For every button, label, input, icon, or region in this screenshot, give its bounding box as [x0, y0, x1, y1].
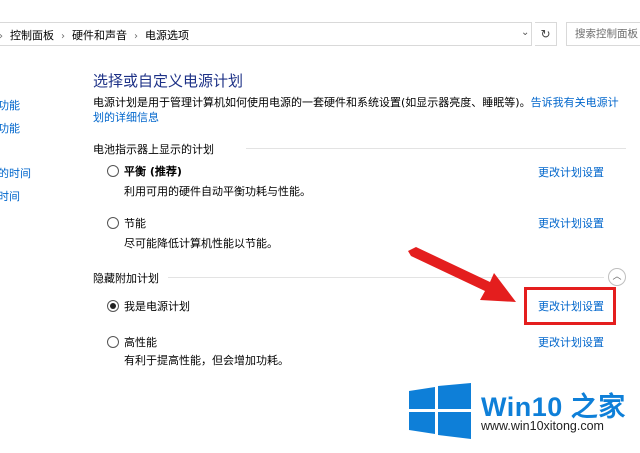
radio-custom-plan[interactable] — [107, 300, 119, 312]
plan-desc-balanced: 利用可用的硬件自动平衡功耗与性能。 — [124, 185, 311, 198]
left-nav: 功能 功能 的时间 时间 — [0, 0, 40, 453]
section-divider — [168, 277, 604, 278]
search-input[interactable]: 搜索控制面板 — [566, 22, 640, 46]
plan-desc-power-saver: 尽可能降低计算机性能以节能。 — [124, 237, 278, 250]
section-divider — [246, 148, 626, 149]
left-nav-item[interactable]: 的时间 — [0, 165, 31, 181]
breadcrumb-hardware-sound[interactable]: 硬件和声音 — [72, 27, 127, 43]
page-description: 电源计划是用于管理计算机如何使用电源的一套硬件和系统设置(如显示器亮度、睡眠等)… — [93, 95, 623, 125]
address-bar: ›控制面板›硬件和声音›电源选项 ⌄ ↻ 搜索控制面板 — [0, 22, 640, 48]
highlight-box — [524, 287, 616, 325]
plan-name-balanced: 平衡 (推荐) — [124, 165, 182, 178]
page-title: 选择或自定义电源计划 — [93, 72, 244, 90]
plan-desc-high-performance: 有利于提高性能，但会增加功耗。 — [124, 354, 289, 367]
watermark-logo: Win10 之家 www.win10xitong.com — [405, 383, 640, 443]
chevron-right-icon[interactable]: › — [134, 31, 138, 42]
hidden-plans-heading: 隐藏附加计划 — [93, 272, 159, 285]
radio-balanced[interactable] — [107, 165, 119, 177]
watermark-url: www.win10xitong.com — [481, 419, 604, 433]
battery-plans-heading: 电池指示器上显示的计划 — [93, 143, 214, 156]
radio-power-saver[interactable] — [107, 217, 119, 229]
radio-high-performance[interactable] — [107, 336, 119, 348]
breadcrumb-power-options[interactable]: 电源选项 — [145, 27, 189, 43]
description-text: 电源计划是用于管理计算机如何使用电源的一套硬件和系统设置(如显示器亮度、睡眠等)… — [93, 96, 531, 109]
chevron-right-icon[interactable]: › — [61, 31, 65, 42]
plan-name-power-saver: 节能 — [124, 217, 146, 230]
refresh-button[interactable]: ↻ — [535, 22, 557, 46]
windows-logo-icon — [409, 383, 471, 439]
left-nav-item[interactable]: 功能 — [0, 97, 20, 113]
arrow-icon — [408, 247, 516, 302]
left-nav-item[interactable]: 时间 — [0, 188, 20, 204]
change-plan-settings-link-high-performance[interactable]: 更改计划设置 — [538, 334, 604, 350]
left-nav-item[interactable]: 功能 — [0, 120, 20, 136]
plan-name-custom: 我是电源计划 — [124, 300, 190, 313]
chevron-down-icon[interactable]: ⌄ — [521, 27, 529, 38]
refresh-icon: ↻ — [540, 27, 551, 41]
change-plan-settings-link-balanced[interactable]: 更改计划设置 — [538, 164, 604, 180]
address-box[interactable]: ›控制面板›硬件和声音›电源选项 ⌄ — [0, 22, 532, 46]
plan-name-high-performance: 高性能 — [124, 336, 157, 349]
chevron-up-icon[interactable]: ︿ — [608, 268, 626, 286]
change-plan-settings-link-power-saver[interactable]: 更改计划设置 — [538, 215, 604, 231]
